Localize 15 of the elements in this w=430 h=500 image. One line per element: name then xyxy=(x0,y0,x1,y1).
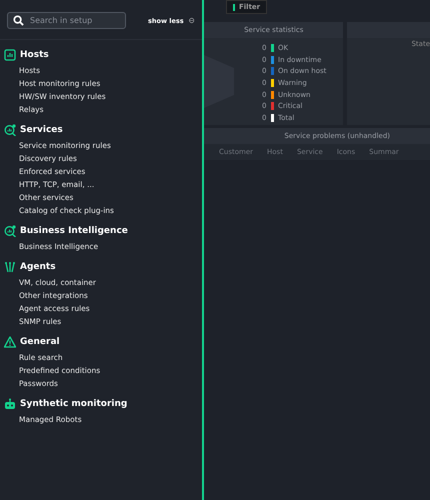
warning-icon xyxy=(4,336,16,348)
section-heading: Hosts xyxy=(20,50,49,60)
magnifier-chart-icon xyxy=(4,124,16,136)
section-heading: Synthetic monitoring xyxy=(20,399,128,409)
search-icon xyxy=(13,15,24,26)
section-heading: Business Intelligence xyxy=(20,226,128,236)
section-heading: Services xyxy=(20,125,63,135)
magnifier-chart-icon xyxy=(4,225,16,237)
search-field[interactable]: Search in setup xyxy=(7,12,126,29)
section-heading: Agents xyxy=(20,262,56,272)
host-chart-icon xyxy=(4,49,16,61)
robot-icon xyxy=(4,398,16,410)
collapse-icon[interactable] xyxy=(188,15,194,26)
section-heading: General xyxy=(20,337,60,347)
antennas-icon xyxy=(4,261,16,273)
